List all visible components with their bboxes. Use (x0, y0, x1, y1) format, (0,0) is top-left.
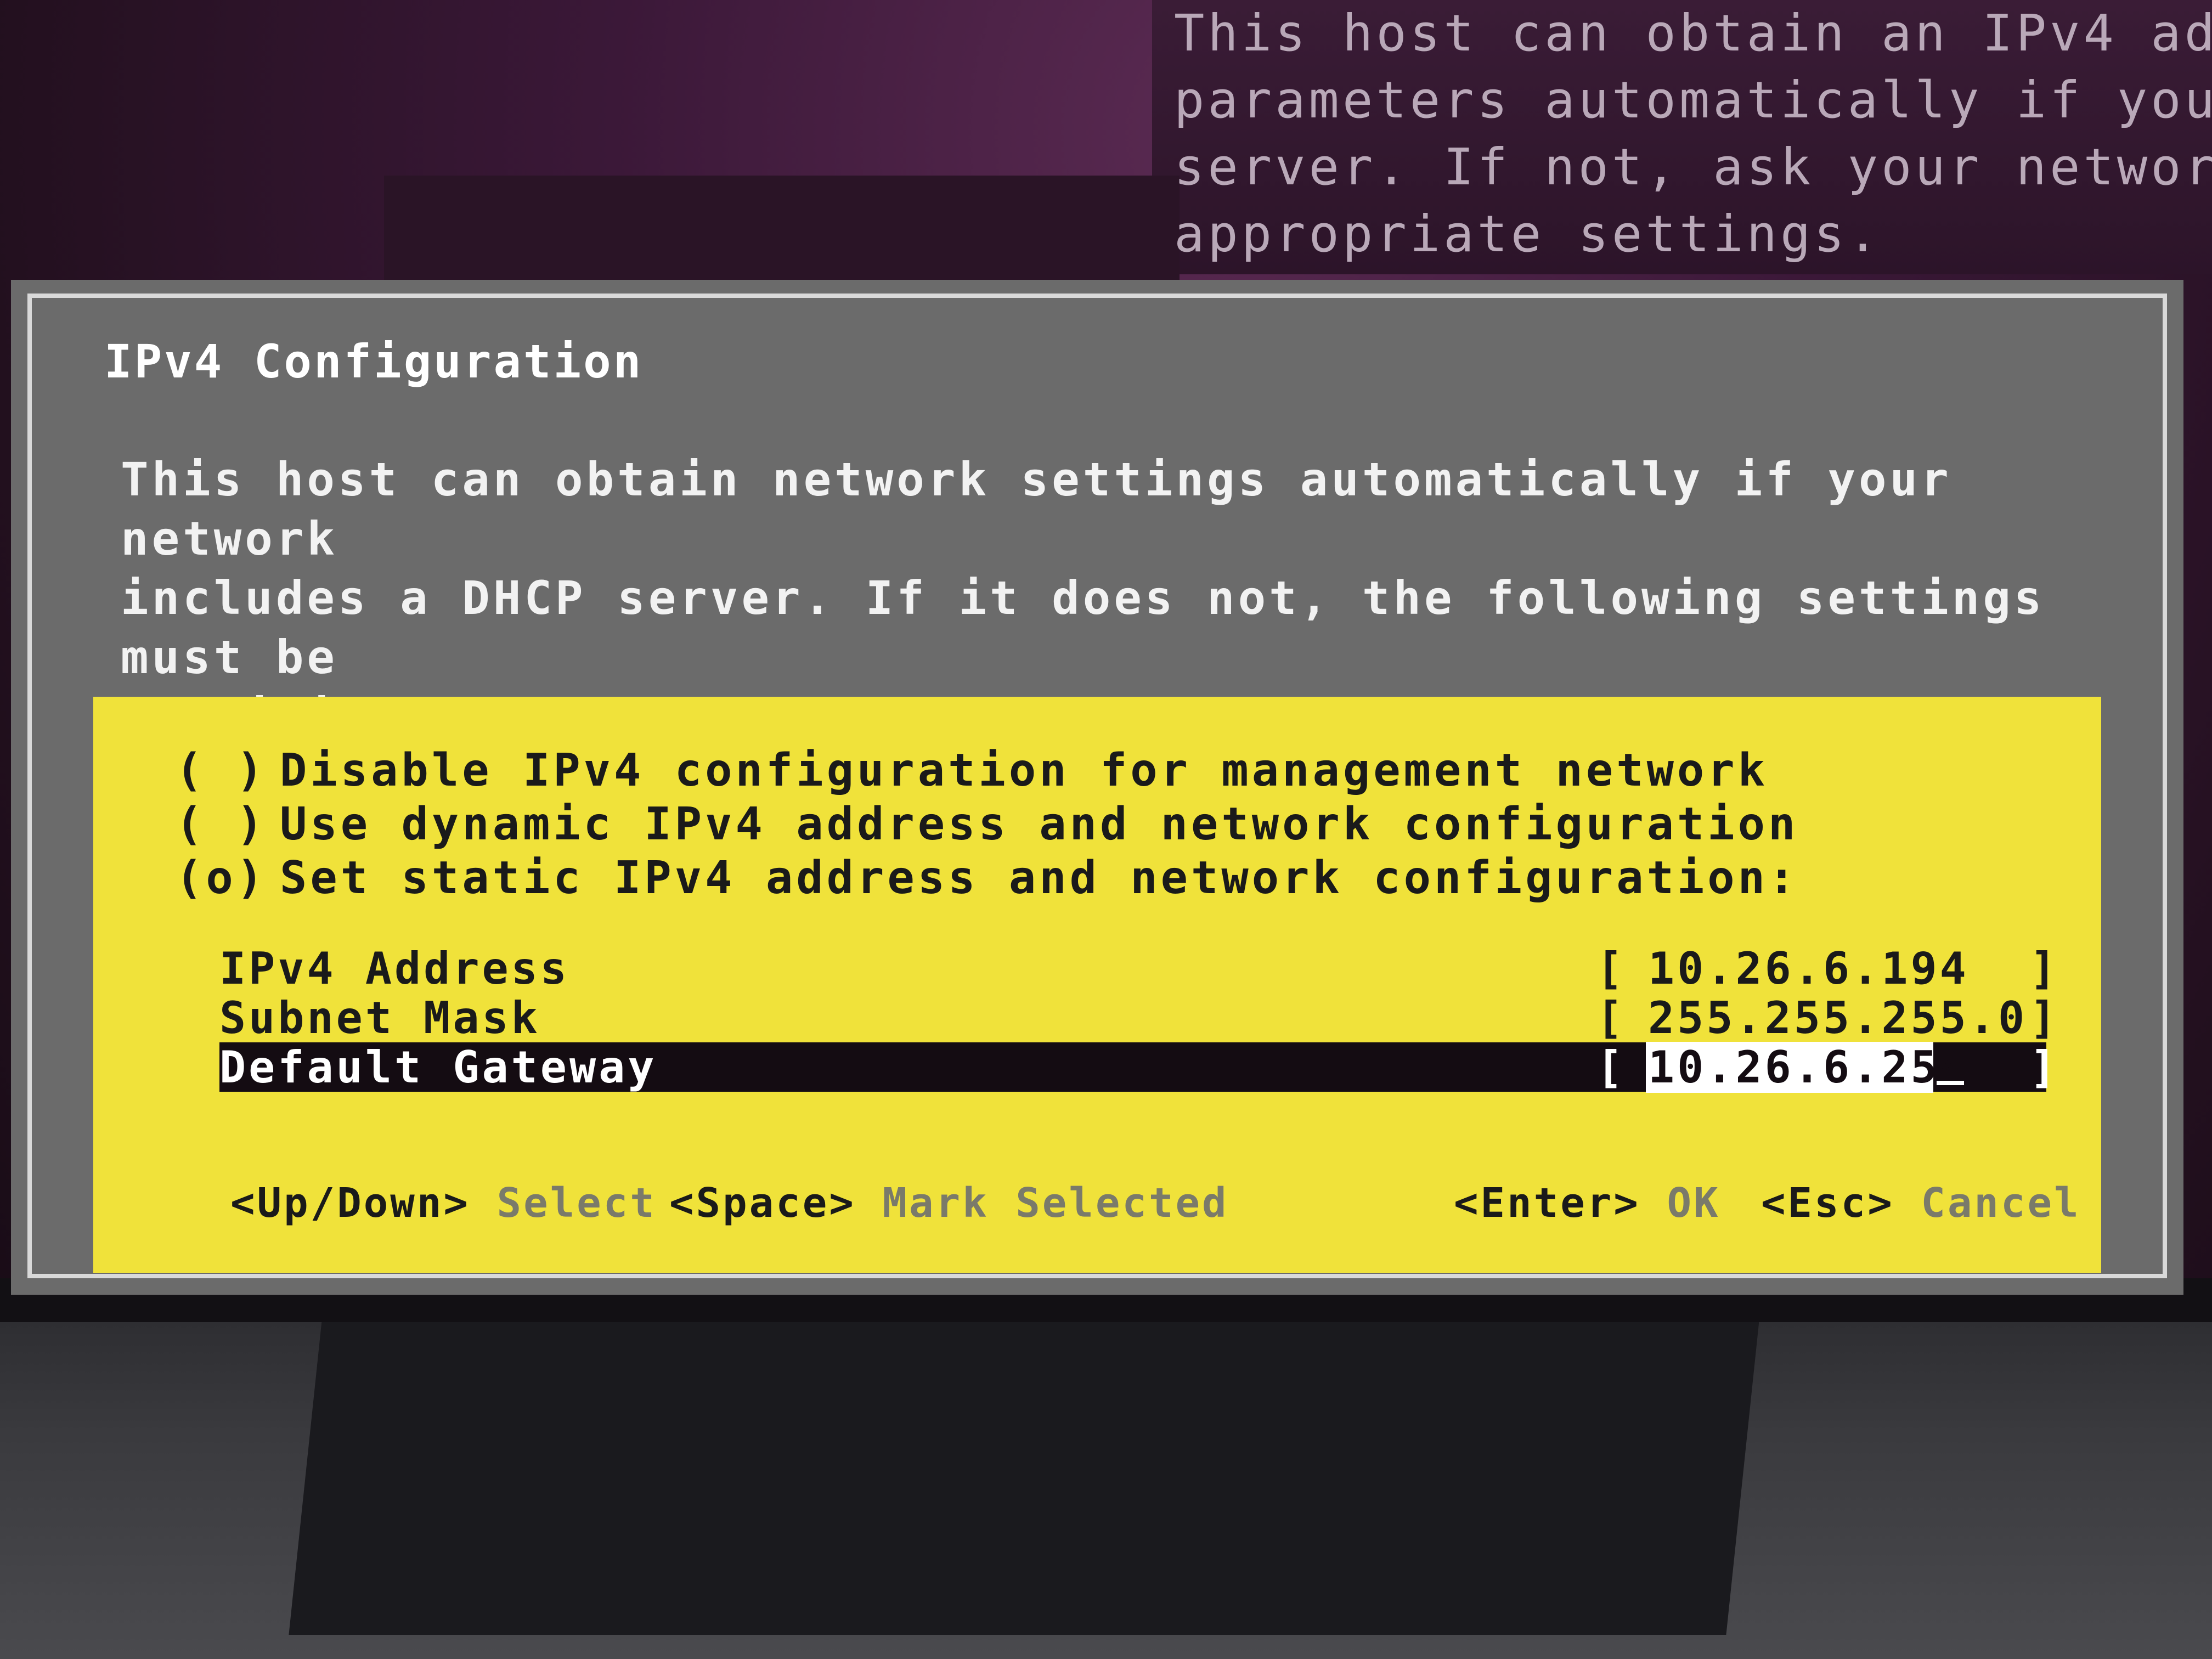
field-label: Subnet Mask (219, 992, 540, 1043)
background-line: parameters automatically if your ne (1174, 71, 2212, 129)
radio-mark: (o) (176, 851, 267, 904)
radio-mark: ( ) (176, 798, 267, 850)
bracket-open: [ (1596, 992, 1626, 1043)
radio-group: ( ) Disable IPv4 configuration for manage… (176, 743, 1798, 905)
bracket-open: [ (1596, 1041, 1626, 1093)
bracket-close: ] (2030, 943, 2059, 994)
ipv4-address-input[interactable]: 10.26.6.194 (1646, 943, 1999, 994)
hint-key: <Esc> (1761, 1180, 1894, 1227)
hint-select[interactable]: <Up/Down> Select (230, 1180, 657, 1227)
default-gateway-input[interactable]: 10.26.6.254 (1646, 1041, 1966, 1093)
background-console-text: This host can obtain an IPv4 addre parame… (1174, 0, 2212, 268)
hint-mark-selected[interactable]: <Space> Mark Selected (669, 1180, 1229, 1227)
hint-key: <Space> (669, 1180, 856, 1227)
subnet-mask-field[interactable]: Subnet Mask [ 255.255.255.0 ] (219, 992, 2056, 1043)
background-line: appropriate settings. (1174, 205, 1882, 263)
radio-dynamic-ipv4[interactable]: ( ) Use dynamic IPv4 address and network … (176, 797, 1798, 851)
bracket-close: ] (2030, 992, 2059, 1043)
hint-action: OK (1667, 1180, 1720, 1227)
bracket-close: ] (2030, 1041, 2059, 1093)
default-gateway-field[interactable]: Default Gateway [ 10.26.6.254 ] (219, 1041, 2056, 1093)
options-panel: ( ) Disable IPv4 configuration for manage… (93, 697, 2101, 1273)
field-label: Default Gateway (219, 1041, 657, 1093)
hint-action: Mark Selected (882, 1180, 1229, 1227)
radio-label: Disable IPv4 configuration for managemen… (280, 744, 1769, 797)
static-ip-fields: IPv4 Address [ 10.26.6.194 ] Subnet Mask… (219, 943, 2056, 1093)
background-line: This host can obtain an IPv4 addre (1174, 4, 2212, 63)
radio-mark: ( ) (176, 744, 267, 797)
radio-static-ipv4[interactable]: (o) Set static IPv4 address and network c… (176, 851, 1798, 905)
ok-button[interactable]: <Enter> OK (1454, 1180, 1720, 1227)
keyboard (289, 1284, 1763, 1635)
radio-disable-ipv4[interactable]: ( ) Disable IPv4 configuration for manage… (176, 743, 1798, 797)
radio-label: Use dynamic IPv4 address and network con… (280, 798, 1799, 850)
hint-action: Select (496, 1180, 657, 1227)
field-label: IPv4 Address (219, 943, 569, 994)
hint-key: <Enter> (1454, 1180, 1640, 1227)
hint-key: <Up/Down> (230, 1180, 470, 1227)
subnet-mask-input[interactable]: 255.255.255.0 (1646, 992, 2024, 1043)
ipv4-configuration-dialog: IPv4 Configuration This host can obtain … (11, 280, 2183, 1295)
text-cursor (1937, 1081, 1964, 1085)
cancel-button[interactable]: <Esc> Cancel (1761, 1180, 2081, 1227)
hint-action: Cancel (1921, 1180, 2081, 1227)
background-line: server. If not, ask your network ac (1174, 138, 2212, 196)
radio-label: Set static IPv4 address and network conf… (280, 851, 1799, 904)
ipv4-address-field[interactable]: IPv4 Address [ 10.26.6.194 ] (219, 943, 2056, 994)
key-hints: <Up/Down> Select <Space> Mark Selected <… (93, 1180, 2101, 1234)
dialog-title: IPv4 Configuration (104, 335, 644, 388)
bracket-open: [ (1596, 943, 1626, 994)
